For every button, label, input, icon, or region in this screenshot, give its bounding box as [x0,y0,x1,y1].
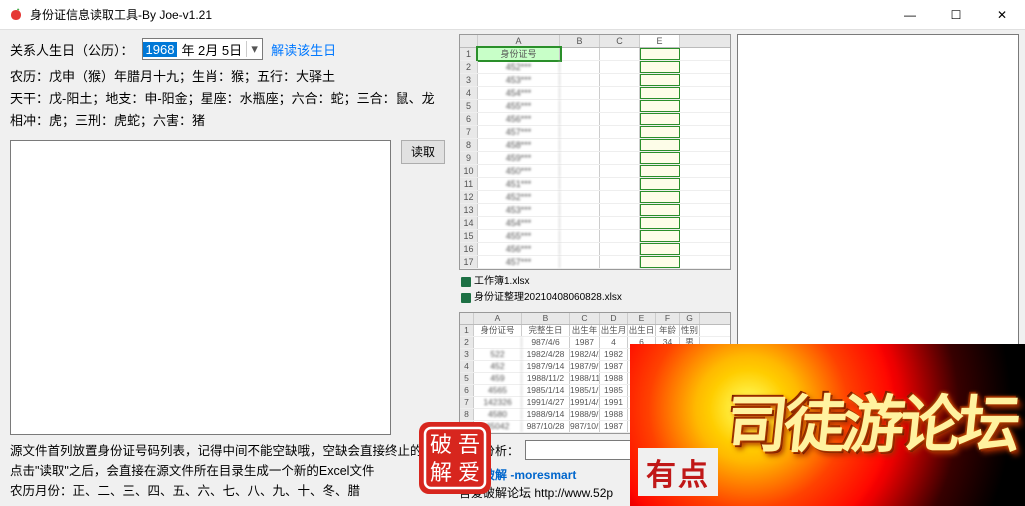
interpret-button[interactable]: 解读该生日 [271,40,336,59]
date-rest[interactable]: 年 2月 5日 [177,40,246,59]
info-line-2: 天干：戊-阳土；地支：申-阳金；星座：水瓶座；六合：蛇；三合：鼠、龙 [10,88,445,110]
table-row: 4454*** [460,87,730,100]
excel-preview-1: ABCE 1身份证号 2452***3453***4454***5455***6… [459,34,731,270]
close-button[interactable]: ✕ [979,0,1025,29]
table-row: 13453*** [460,204,730,217]
col-header-id: 身份证号 [478,48,560,60]
table-row: 16456*** [460,243,730,256]
read-button[interactable]: 读取 [401,140,445,164]
table-row: 10450*** [460,165,730,178]
table-row: 14454*** [460,217,730,230]
minimize-button[interactable]: — [887,0,933,29]
table-row: 3453*** [460,74,730,87]
table-row: 12452*** [460,191,730,204]
table-row: 11451*** [460,178,730,191]
file-item-1[interactable]: 工作簿1.xlsx [461,274,729,290]
maximize-button[interactable]: ☐ [933,0,979,29]
excel-icon [461,277,471,287]
source-list-box[interactable] [10,140,391,435]
birthday-label: 关系人生日（公历）： [10,40,134,59]
table-row: 2452*** [460,61,730,74]
excel-icon [461,293,471,303]
svg-text:破: 破 [430,432,452,457]
svg-text:吾: 吾 [458,432,480,457]
footer-line-1: 源文件首列放置身份证号码列表，记得中间不能空缺哦，空缺会直接终止的。 [10,441,445,461]
output-box[interactable] [737,34,1019,364]
table-row: 7457*** [460,126,730,139]
window-buttons: — ☐ ✕ [887,0,1025,29]
window-title: 身份证信息读取工具-By Joe-v1.21 [30,6,887,23]
table-row: 8458*** [460,139,730,152]
date-picker[interactable]: 1968 年 2月 5日 ▾ [142,38,264,60]
app-icon [8,7,24,23]
table-row: 17457*** [460,256,730,269]
table-row: 15455*** [460,230,730,243]
left-panel: 关系人生日（公历）： 1968 年 2月 5日 ▾ 解读该生日 农历：戊申（猴）… [0,30,455,506]
table-row: 9459*** [460,152,730,165]
ad-banner[interactable]: 司徒游论坛 有点 [630,344,1025,506]
info-line-1: 农历：戊申（猴）年腊月十九；生肖：猴；五行：大驿土 [10,66,445,88]
banner-sub: 有点 [638,448,718,496]
table-row: 6456*** [460,113,730,126]
titlebar: 身份证信息读取工具-By Joe-v1.21 — ☐ ✕ [0,0,1025,30]
date-dropdown-icon[interactable]: ▾ [246,41,262,57]
svg-text:解: 解 [430,460,452,485]
footer-line-2: 点击"读取"之后，会直接在源文件所在目录生成一个新的Excel文件 [10,461,445,481]
birthday-info: 农历：戊申（猴）年腊月十九；生肖：猴；五行：大驿土 天干：戊-阳土；地支：申-阳… [10,66,445,132]
file-item-2[interactable]: 身份证整理20210408060828.xlsx [461,290,729,306]
table-row: 5455*** [460,100,730,113]
info-line-3: 相冲：虎；三刑：虎蛇；六害：猪 [10,110,445,132]
banner-title: 司徒游论坛 [722,374,1021,464]
footer-line-3: 农历月份：正、二、三、四、五、六、七、八、九、十、冬、腊 [10,481,445,501]
seal-stamp: 破 吾 解 爱 [417,420,493,496]
file-list: 工作簿1.xlsx 身份证整理20210408060828.xlsx [459,270,731,310]
date-year[interactable]: 1968 [143,42,178,57]
footer-help: 源文件首列放置身份证号码列表，记得中间不能空缺哦，空缺会直接终止的。 点击"读取… [10,441,445,501]
svg-text:爱: 爱 [458,460,480,485]
